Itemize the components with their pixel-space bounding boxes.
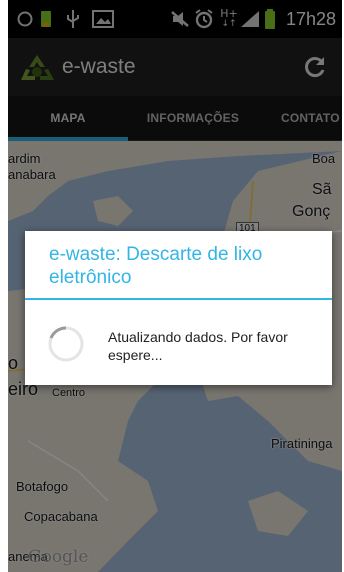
loading-spinner-icon <box>48 326 84 362</box>
phone-screen: H+ ↓↑ 17h28 e-waste MAPA INFORMAÇÕES CON… <box>8 0 342 572</box>
dialog-title: e-waste: Descarte de lixo eletrônico <box>49 244 263 288</box>
dialog-message: Atualizando dados. Por favor espere... <box>108 329 288 363</box>
progress-dialog: e-waste: Descarte de lixo eletrônico Atu… <box>25 231 332 385</box>
dialog-divider <box>25 298 332 300</box>
